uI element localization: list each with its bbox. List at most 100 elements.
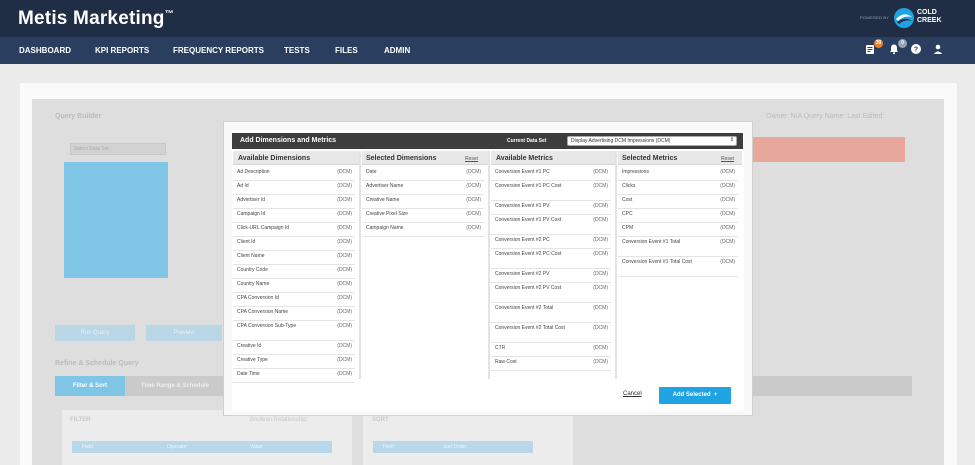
- nav-kpi-reports[interactable]: KPI REPORTS: [95, 46, 149, 55]
- list-item[interactable]: Conversion Event #2 PV (DCM): [491, 269, 611, 283]
- list-item[interactable]: Creative Type (DCM): [233, 355, 355, 369]
- list-item-name: Conversion Event #1 PC: [495, 169, 550, 175]
- list-item[interactable]: Date Time (DCM): [233, 369, 355, 383]
- list-item[interactable]: Conversion Event #1 PC (DCM): [491, 167, 611, 181]
- powered-by-label: POWERED BY: [860, 15, 890, 20]
- list-item-source-tag: (DCM): [720, 259, 735, 265]
- nav-admin[interactable]: ADMIN: [384, 46, 410, 55]
- list-item[interactable]: CPA Conversion Sub-Type (DCM): [233, 321, 355, 341]
- list-item-name: Conversion Event #1 PV: [495, 203, 550, 209]
- list-item[interactable]: Cost (DCM): [618, 195, 738, 209]
- list-item-name: Creative Id: [237, 343, 262, 349]
- list-item-source-tag: (DCM): [593, 345, 608, 351]
- nav-tests[interactable]: TESTS: [284, 46, 310, 55]
- list-item[interactable]: Click-URL Campaign Id (DCM): [233, 223, 355, 237]
- help-icon[interactable]: ?: [910, 43, 924, 57]
- list-item-source-tag: (DCM): [593, 271, 608, 277]
- nav-files[interactable]: FILES: [335, 46, 358, 55]
- list-item[interactable]: Campaign Id (DCM): [233, 209, 355, 223]
- list-item[interactable]: CPA Conversion Id (DCM): [233, 293, 355, 307]
- list-item-source-tag: (DCM): [337, 225, 352, 231]
- list-item[interactable]: Raw Cost (DCM): [491, 357, 611, 371]
- add-selected-button[interactable]: Add Selected +: [659, 387, 731, 404]
- data-set-select[interactable]: Select Data Set...: [70, 143, 166, 155]
- list-item-name: Client Name: [237, 253, 265, 259]
- list-item[interactable]: Country Code (DCM): [233, 265, 355, 279]
- add-selected-label: Add Selected: [672, 392, 711, 398]
- column-divider: [488, 151, 490, 379]
- list-item[interactable]: Client Id (DCM): [233, 237, 355, 251]
- list-item-name: Advertiser Id: [237, 197, 266, 203]
- list-item-source-tag: (DCM): [466, 225, 481, 231]
- preview-button[interactable]: Preview: [146, 325, 222, 341]
- list-item[interactable]: Conversion Event #1 PV Cost (DCM): [491, 215, 611, 235]
- list-item[interactable]: Country Name (DCM): [233, 279, 355, 293]
- tab-filter-sort[interactable]: Filter & Sort: [55, 376, 125, 396]
- list-item-name: Conversion Event #2 Total: [495, 305, 554, 311]
- list-item[interactable]: Conversion Event #2 Total (DCM): [491, 303, 611, 323]
- list-item-name: Conversion Event #2 PC Cost: [495, 251, 562, 257]
- list-item-source-tag: (DCM): [466, 211, 481, 217]
- list-item[interactable]: Creative Name (DCM): [362, 195, 484, 209]
- list-item[interactable]: CPA Conversion Name (DCM): [233, 307, 355, 321]
- list-item-source-tag: (DCM): [593, 359, 608, 365]
- list-item-source-tag: (DCM): [593, 183, 608, 189]
- list-item[interactable]: Conversion Event #2 PV Cost (DCM): [491, 283, 611, 303]
- current-data-set-select[interactable]: Display Advertising DCM Impressions (DCM…: [567, 136, 737, 146]
- list-item[interactable]: Advertiser Id (DCM): [233, 195, 355, 209]
- cancel-link[interactable]: Cancel: [623, 391, 642, 397]
- plus-icon: +: [712, 392, 718, 398]
- available-metrics-title: Available Metrics: [496, 155, 553, 162]
- list-item-name: Conversion Event #1 PC Cost: [495, 183, 562, 189]
- brand-logo[interactable]: Metis Marketing™: [18, 8, 174, 30]
- list-item[interactable]: Conversion Event #1 PV (DCM): [491, 201, 611, 215]
- list-item[interactable]: Ad Id (DCM): [233, 181, 355, 195]
- alerts-bell-icon[interactable]: 0: [888, 39, 907, 57]
- list-item[interactable]: CPM (DCM): [618, 223, 738, 237]
- list-item[interactable]: Conversion Event #2 Total Cost (DCM): [491, 323, 611, 343]
- list-item-source-tag: (DCM): [593, 169, 608, 175]
- list-item-name: Campaign Name: [366, 225, 404, 231]
- user-profile-icon[interactable]: [932, 43, 946, 57]
- list-item-name: Client Id: [237, 239, 256, 245]
- list-item[interactable]: Ad Description (DCM): [233, 167, 355, 181]
- notifications-badge: 39: [874, 39, 883, 48]
- modal-title: Add Dimensions and Metrics: [240, 137, 337, 144]
- list-item[interactable]: Conversion Event #1 PC Cost (DCM): [491, 181, 611, 201]
- list-item-source-tag: (DCM): [337, 295, 352, 301]
- list-item[interactable]: Date (DCM): [362, 167, 484, 181]
- list-item[interactable]: Impressions (DCM): [618, 167, 738, 181]
- list-item[interactable]: CTR (DCM): [491, 343, 611, 357]
- list-item[interactable]: Campaign Name (DCM): [362, 223, 484, 237]
- list-item[interactable]: Clicks (DCM): [618, 181, 738, 195]
- list-item[interactable]: Conversion Event #2 PC Cost (DCM): [491, 249, 611, 269]
- reset-metrics-link[interactable]: Reset: [721, 156, 734, 162]
- available-dimensions-title: Available Dimensions: [238, 155, 311, 162]
- list-item[interactable]: CPC (DCM): [618, 209, 738, 223]
- list-item[interactable]: Conversion Event #1 Total (DCM): [618, 237, 738, 257]
- brand-trademark: ™: [164, 8, 174, 19]
- list-item[interactable]: Conversion Event #2 PC (DCM): [491, 235, 611, 249]
- list-item-name: Raw Cost: [495, 359, 517, 365]
- nav-frequency-reports[interactable]: FREQUENCY REPORTS: [173, 46, 264, 55]
- boolean-relationship-label: Boolean Relationship:: [250, 417, 309, 423]
- list-item[interactable]: Client Name (DCM): [233, 251, 355, 265]
- list-item-name: Country Name: [237, 281, 270, 287]
- nav-dashboard[interactable]: DASHBOARD: [19, 46, 71, 55]
- list-item[interactable]: Conversion Event #1 Total Cost (DCM): [618, 257, 738, 277]
- list-item-name: Cost: [622, 197, 633, 203]
- list-item[interactable]: Advertiser Name (DCM): [362, 181, 484, 195]
- reset-dimensions-link[interactable]: Reset: [465, 156, 478, 162]
- list-item-name: Creative Name: [366, 197, 400, 203]
- notifications-icon[interactable]: 39: [864, 39, 883, 57]
- list-item[interactable]: Creative Pixel Size (DCM): [362, 209, 484, 223]
- tab-time-range-schedule[interactable]: Time Range & Schedule: [127, 376, 223, 396]
- list-item-source-tag: (DCM): [720, 225, 735, 231]
- filter-grid-header: Field Operator Value: [72, 441, 332, 453]
- list-item-source-tag: (DCM): [720, 239, 735, 245]
- sort-col-order: Sort Order: [443, 444, 467, 450]
- list-item-source-tag: (DCM): [337, 253, 352, 259]
- run-query-button[interactable]: Run Query: [55, 325, 135, 341]
- cold-creek-logo-icon: [894, 8, 914, 28]
- list-item[interactable]: Creative Id (DCM): [233, 341, 355, 355]
